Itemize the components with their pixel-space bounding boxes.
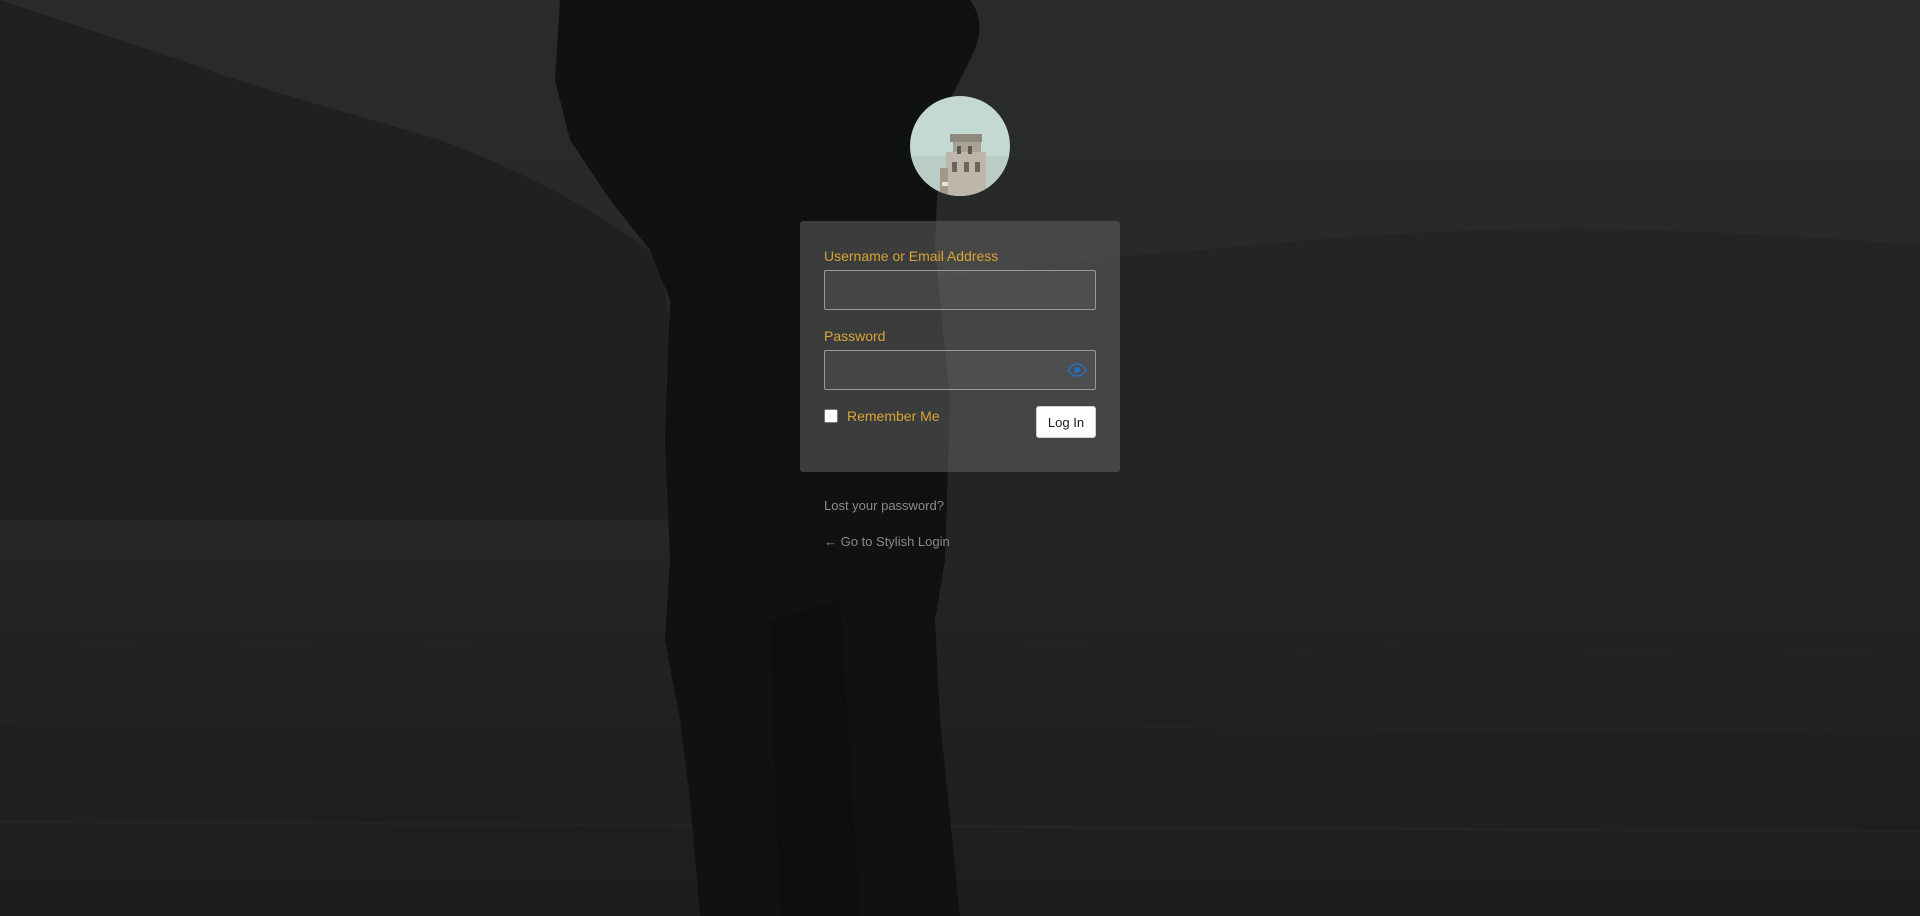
lost-password-link[interactable]: Lost your password?	[824, 497, 950, 515]
eye-icon[interactable]	[1067, 363, 1087, 377]
password-label: Password	[824, 328, 886, 344]
back-to-site-link[interactable]: ← Go to Stylish Login	[824, 533, 950, 551]
form-actions: Remember Me Log In	[824, 406, 1096, 438]
username-input[interactable]	[824, 270, 1096, 310]
remember-me[interactable]: Remember Me	[824, 408, 940, 424]
remember-me-checkbox[interactable]	[824, 409, 838, 423]
site-logo-avatar[interactable]	[910, 96, 1010, 196]
logo-image	[910, 96, 1010, 196]
login-form: Username or Email Address Password Remem…	[800, 221, 1120, 472]
password-input[interactable]	[824, 350, 1096, 390]
login-button[interactable]: Log In	[1036, 406, 1096, 438]
login-links: Lost your password? ← Go to Stylish Logi…	[824, 497, 950, 551]
remember-me-label[interactable]: Remember Me	[847, 408, 940, 424]
username-label: Username or Email Address	[824, 248, 999, 264]
